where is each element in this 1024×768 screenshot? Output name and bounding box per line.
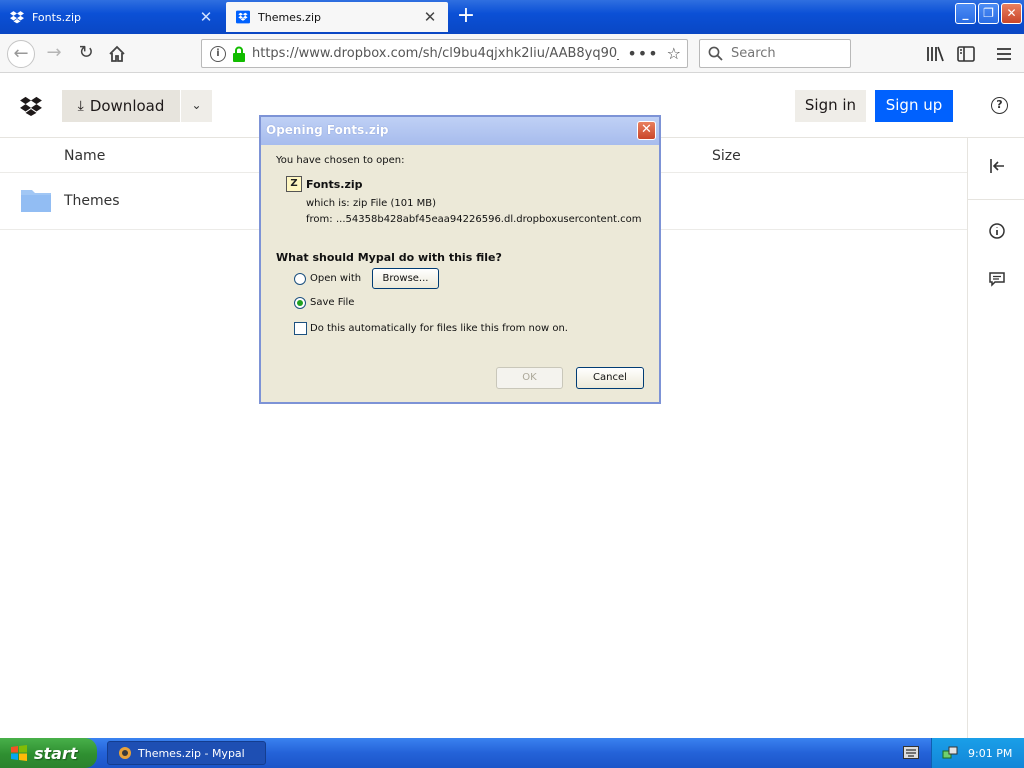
dialog-title: Opening Fonts.zip bbox=[266, 123, 389, 137]
search-input[interactable] bbox=[731, 46, 841, 61]
download-options-chevron-icon[interactable]: ⌄ bbox=[180, 90, 212, 122]
taskbar: start Themes.zip - Mypal 9:01 PM bbox=[0, 738, 1024, 768]
start-label: start bbox=[34, 743, 78, 763]
new-tab-button[interactable]: + bbox=[452, 3, 480, 31]
from-label: from: bbox=[306, 214, 333, 225]
taskbar-item-label: Themes.zip - Mypal bbox=[138, 746, 245, 760]
minimize-icon[interactable]: _ bbox=[955, 3, 976, 24]
download-label: Download bbox=[89, 97, 165, 115]
zip-file-icon: Z bbox=[286, 176, 302, 192]
tab-title: Fonts.zip bbox=[32, 10, 81, 24]
site-info-icon[interactable]: i bbox=[210, 45, 226, 62]
forward-icon[interactable]: → bbox=[40, 40, 68, 68]
ok-button[interactable]: OK bbox=[496, 367, 563, 389]
browse-button[interactable]: Browse... bbox=[372, 268, 439, 289]
search-icon bbox=[708, 46, 723, 61]
url-text[interactable]: https://www.dropbox.com/sh/cl9bu4qjxhk2l… bbox=[252, 46, 619, 61]
close-window-icon[interactable]: ✕ bbox=[1001, 3, 1022, 24]
info-icon[interactable] bbox=[988, 222, 1006, 240]
cancel-button[interactable]: Cancel bbox=[576, 367, 644, 389]
sign-up-button[interactable]: Sign up bbox=[875, 90, 953, 122]
restore-icon[interactable]: ❐ bbox=[978, 3, 999, 24]
taskbar-item-mypal[interactable]: Themes.zip - Mypal bbox=[107, 741, 266, 765]
system-tray: 9:01 PM bbox=[931, 738, 1024, 768]
lock-icon bbox=[233, 46, 245, 62]
download-button[interactable]: ⤓ Download bbox=[62, 90, 180, 122]
start-button[interactable]: start bbox=[0, 738, 97, 768]
file-name: Fonts.zip bbox=[306, 178, 363, 191]
which-is-label: which is: bbox=[306, 198, 350, 209]
download-icon: ⤓ bbox=[77, 98, 84, 114]
dropbox-logo-icon[interactable] bbox=[19, 96, 43, 116]
dropbox-icon bbox=[10, 11, 24, 24]
dialog-body: You have chosen to open: Z Fonts.zip whi… bbox=[271, 149, 651, 397]
collapse-pane-icon[interactable] bbox=[988, 157, 1006, 175]
help-icon[interactable]: ? bbox=[991, 97, 1008, 114]
network-icon[interactable] bbox=[942, 745, 958, 761]
open-with-label[interactable]: Open with bbox=[310, 273, 361, 284]
url-bar[interactable]: i https://www.dropbox.com/sh/cl9bu4qjxhk… bbox=[201, 39, 688, 68]
dialog-close-icon[interactable]: ✕ bbox=[637, 121, 656, 140]
tab-close-icon[interactable]: ✕ bbox=[198, 8, 214, 26]
navigation-bar: ← → ↻ i https://www.dropbox.com/sh/cl9bu… bbox=[0, 34, 1024, 73]
back-icon[interactable]: ← bbox=[7, 40, 35, 68]
page-actions-icon[interactable]: ••• bbox=[627, 44, 658, 63]
clock[interactable]: 9:01 PM bbox=[968, 747, 1012, 760]
search-bar[interactable] bbox=[699, 39, 851, 68]
list-item[interactable]: Themes bbox=[64, 193, 120, 209]
tab-title: Themes.zip bbox=[258, 10, 321, 24]
column-header-size[interactable]: Size bbox=[712, 148, 741, 164]
details-side-pane bbox=[967, 137, 1024, 738]
tab-fonts-zip[interactable]: Fonts.zip ✕ bbox=[0, 2, 224, 32]
pane-divider bbox=[968, 199, 1024, 200]
folder-icon bbox=[21, 190, 51, 212]
auto-action-label[interactable]: Do this automatically for files like thi… bbox=[310, 323, 568, 334]
from-value: ...54358b428abf45eaa94226596.dl.dropboxu… bbox=[336, 214, 642, 225]
chosen-text: You have chosen to open: bbox=[276, 155, 405, 166]
sidebar-icon[interactable] bbox=[956, 44, 976, 64]
library-icon[interactable] bbox=[925, 44, 945, 64]
tab-close-icon[interactable]: ✕ bbox=[422, 8, 438, 26]
home-icon[interactable] bbox=[103, 40, 131, 68]
bookmark-star-icon[interactable]: ☆ bbox=[667, 44, 681, 63]
action-question: What should Mypal do with this file? bbox=[276, 251, 502, 264]
reload-icon[interactable]: ↻ bbox=[72, 40, 100, 68]
keyboard-icon[interactable] bbox=[903, 746, 919, 759]
save-file-radio[interactable] bbox=[294, 297, 306, 309]
menu-icon[interactable] bbox=[994, 44, 1014, 64]
tab-themes-zip[interactable]: Themes.zip ✕ bbox=[226, 2, 448, 32]
windows-logo-icon bbox=[11, 745, 27, 761]
window-controls: _ ❐ ✕ bbox=[955, 3, 1022, 24]
dropbox-icon bbox=[236, 10, 250, 24]
tab-strip: Fonts.zip ✕ Themes.zip ✕ + _ ❐ ✕ bbox=[0, 0, 1024, 34]
column-header-name[interactable]: Name bbox=[64, 148, 105, 164]
save-file-label[interactable]: Save File bbox=[310, 297, 354, 308]
dialog-title-bar[interactable]: Opening Fonts.zip ✕ bbox=[261, 117, 659, 145]
comment-icon[interactable] bbox=[988, 270, 1006, 288]
auto-action-checkbox[interactable] bbox=[294, 322, 307, 335]
which-is-value: zip File (101 MB) bbox=[353, 198, 437, 209]
open-with-radio[interactable] bbox=[294, 273, 306, 285]
sign-in-button[interactable]: Sign in bbox=[795, 90, 866, 122]
opening-file-dialog: Opening Fonts.zip ✕ You have chosen to o… bbox=[259, 115, 661, 404]
mypal-icon bbox=[119, 747, 131, 759]
